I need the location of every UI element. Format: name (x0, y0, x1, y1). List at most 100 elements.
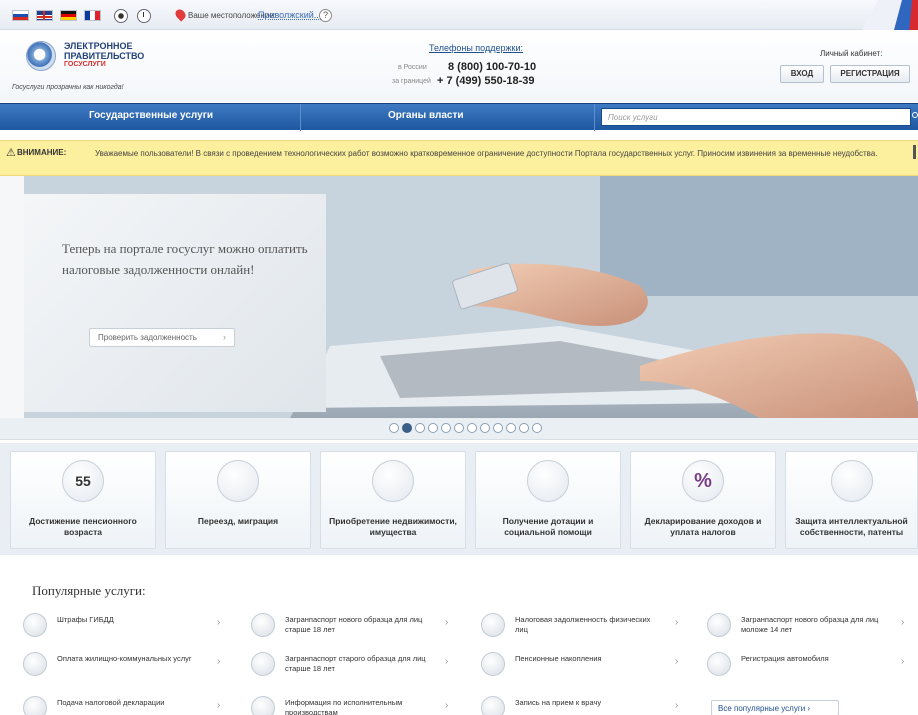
slider-dot[interactable] (467, 423, 477, 433)
french-flag-icon[interactable] (84, 10, 101, 21)
chevron-right-icon: › (217, 700, 221, 711)
promo-banner[interactable]: Теперь на портале госуслуг можно оплатит… (0, 176, 918, 418)
slider-dot[interactable] (415, 423, 425, 433)
service-icon (23, 613, 47, 637)
popular-service-label: Загранпаспорт старого образца для лиц ст… (285, 654, 426, 673)
slider-dot[interactable] (506, 423, 516, 433)
category-tile[interactable]: Защита интеллектуальной собственности, п… (785, 451, 918, 549)
site-header: ЭЛЕКТРОННОЕ ПРАВИТЕЛЬСТВО ГОСУСЛУГИ Госу… (0, 30, 918, 102)
popular-service-label: Оплата жилищно-коммунальных услуг (57, 654, 192, 663)
chevron-right-icon: › (445, 617, 449, 628)
logo-title-line3[interactable]: ГОСУСЛУГИ (64, 61, 106, 68)
logo-slogan: Госуслуги прозрачны как никогда! (12, 84, 124, 91)
category-tile[interactable]: Переезд, миграция (165, 451, 311, 549)
category-tile[interactable]: Получение дотации и социальной помощи (475, 451, 621, 549)
slider-dot[interactable] (441, 423, 451, 433)
chevron-right-icon: › (901, 656, 905, 667)
popular-service-label: Информация по исполнительным производств… (285, 698, 403, 715)
maintenance-alert: ⚠ ВНИМАНИЕ: Уважаемые пользователи! В св… (0, 140, 918, 176)
service-icon (481, 613, 505, 637)
popular-service-label: Штрафы ГИБДД (57, 615, 114, 624)
popular-service-item[interactable]: Загранпаспорт нового образца для лиц мол… (707, 611, 918, 643)
slider-dot[interactable] (402, 423, 412, 433)
check-debt-button[interactable]: Проверить задолженность › (89, 328, 235, 347)
category-label: Переезд, миграция (197, 516, 279, 526)
warning-icon: ⚠ (6, 147, 16, 159)
percent-icon: % (682, 460, 724, 502)
chevron-right-icon: › (901, 617, 905, 628)
service-icon (481, 696, 505, 715)
category-label: Защита интеллектуальной собственности, п… (795, 516, 908, 537)
chevron-right-icon: › (675, 617, 679, 628)
nav-divider (594, 104, 595, 131)
slider-dot[interactable] (532, 423, 542, 433)
service-icon (23, 696, 47, 715)
popular-service-item[interactable]: Регистрация автомобиля › (707, 650, 918, 682)
support-phone-russia: 8 (800) 100-70-10 (448, 61, 537, 73)
category-label: Достижение пенсионного возраста (29, 516, 137, 537)
banner-laptop-lid (24, 194, 326, 412)
slider-dot[interactable] (519, 423, 529, 433)
top-bar: Ваше местоположение: Приволжский... ? (0, 0, 918, 90)
category-tile[interactable]: % Декларирование доходов и уплата налогов (630, 451, 776, 549)
banner-edge (0, 176, 24, 418)
popular-service-item[interactable]: Оплата жилищно-коммунальных услуг › (23, 650, 241, 682)
passport-icon (217, 460, 259, 502)
popular-service-item[interactable]: Загранпаспорт старого образца для лиц ст… (251, 650, 469, 682)
nav-authorities[interactable]: Органы власти (388, 110, 464, 121)
service-icon (251, 652, 275, 676)
calendar-55-icon: 55 (62, 460, 104, 502)
category-tile[interactable]: 55 Достижение пенсионного возраста (10, 451, 156, 549)
category-badge: 55 (75, 473, 91, 489)
alert-title: ВНИМАНИЕ: (17, 148, 67, 157)
chevron-right-icon: › (217, 656, 221, 667)
popular-service-item[interactable]: Пенсионные накопления › (481, 650, 699, 682)
popular-service-label: Налоговая задолженность физических лиц (515, 615, 651, 634)
popular-service-item[interactable]: Информация по исполнительным производств… (251, 694, 469, 715)
popular-service-item[interactable]: Запись на прием к врачу › (481, 694, 699, 715)
chevron-right-icon: › (675, 700, 679, 711)
german-flag-icon[interactable] (60, 10, 77, 21)
search-icon[interactable] (912, 112, 918, 118)
search-input[interactable]: Поиск услуги (601, 108, 911, 126)
support-label-abroad: за границей (392, 78, 431, 85)
check-debt-label: Проверить задолженность (98, 333, 197, 342)
service-icon (23, 652, 47, 676)
all-popular-services-link[interactable]: Все популярные услуги › (711, 700, 839, 715)
popular-service-item[interactable]: Подача налоговой декларации › (23, 694, 241, 715)
nav-government-services[interactable]: Государственные услуги (89, 110, 213, 121)
popular-service-item[interactable]: Штрафы ГИБДД › (23, 611, 241, 643)
slider-dot[interactable] (389, 423, 399, 433)
login-button[interactable]: ВХОД (780, 65, 824, 83)
service-icon (481, 652, 505, 676)
russian-flag-icon[interactable] (12, 10, 29, 21)
accessibility-eye-icon[interactable] (114, 9, 128, 23)
main-navigation: Государственные услуги Органы власти Пои… (0, 103, 918, 131)
location-selector[interactable]: Приволжский... (258, 10, 321, 20)
logo-title-line2[interactable]: ПРАВИТЕЛЬСТВО (64, 51, 144, 61)
clock-icon[interactable] (137, 9, 151, 23)
nav-divider (300, 104, 301, 131)
popular-service-label: Подача налоговой декларации (57, 698, 165, 707)
english-flag-icon[interactable] (36, 10, 53, 21)
service-icon (707, 613, 731, 637)
gosuslugi-logo-icon[interactable] (26, 41, 56, 71)
chevron-right-icon: › (445, 700, 449, 711)
slider-dot[interactable] (428, 423, 438, 433)
popular-service-item[interactable]: Загранпаспорт нового образца для лиц ста… (251, 611, 469, 643)
slider-dot[interactable] (454, 423, 464, 433)
support-phones-link[interactable]: Телефоны поддержки: (429, 43, 523, 53)
register-button[interactable]: РЕГИСТРАЦИЯ (830, 65, 910, 83)
alert-close-icon[interactable] (913, 145, 916, 159)
slider-dot[interactable] (480, 423, 490, 433)
logo-title-line1[interactable]: ЭЛЕКТРОННОЕ (64, 41, 132, 51)
support-phone-abroad: + 7 (499) 550-18-39 (437, 75, 535, 87)
category-badge: % (694, 470, 712, 492)
help-icon[interactable]: ? (319, 9, 332, 22)
banner-headline: Теперь на портале госуслуг можно оплатит… (62, 241, 308, 277)
popular-service-label: Запись на прием к врачу (515, 698, 602, 707)
popular-service-item[interactable]: Налоговая задолженность физических лиц › (481, 611, 699, 643)
category-tile[interactable]: Приобретение недвижимости, имущества (320, 451, 466, 549)
popular-service-label: Загранпаспорт нового образца для лиц ста… (285, 615, 423, 634)
slider-dot[interactable] (493, 423, 503, 433)
